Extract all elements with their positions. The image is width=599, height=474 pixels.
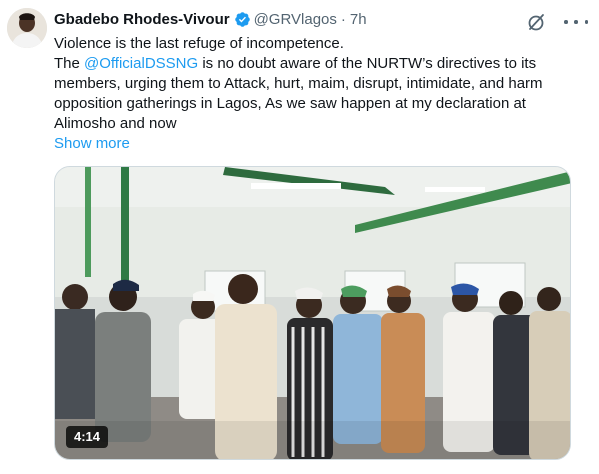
author-avatar[interactable]	[7, 8, 47, 48]
tweet-text: Violence is the last refuge of incompete…	[54, 34, 586, 134]
tweet-header: Gbadebo Rhodes-Vivour @GRVlagos · 7h	[54, 8, 367, 30]
tweet-body-prefix: The	[54, 55, 85, 72]
verified-badge-icon[interactable]	[234, 11, 251, 28]
author-handle[interactable]: @GRVlagos	[254, 11, 337, 28]
header-separator: ·	[340, 10, 346, 28]
show-more-link[interactable]: Show more	[54, 134, 130, 154]
video-duration-badge: 4:14	[66, 426, 109, 448]
tweet-body: The @OfficialDSSNG is no doubt aware of …	[54, 54, 586, 134]
video-thumbnail	[55, 167, 570, 459]
author-name[interactable]: Gbadebo Rhodes-Vivour	[54, 11, 230, 28]
tweet-timestamp[interactable]: 7h	[350, 11, 367, 28]
video-player[interactable]	[54, 166, 571, 460]
grok-icon[interactable]	[527, 12, 547, 32]
tweet[interactable]: Gbadebo Rhodes-Vivour @GRVlagos · 7h Vio…	[0, 0, 599, 474]
more-options-icon[interactable]	[564, 12, 588, 32]
mention-link[interactable]: @OfficialDSSNG	[84, 55, 198, 72]
tweet-line-1: Violence is the last refuge of incompete…	[54, 35, 344, 52]
